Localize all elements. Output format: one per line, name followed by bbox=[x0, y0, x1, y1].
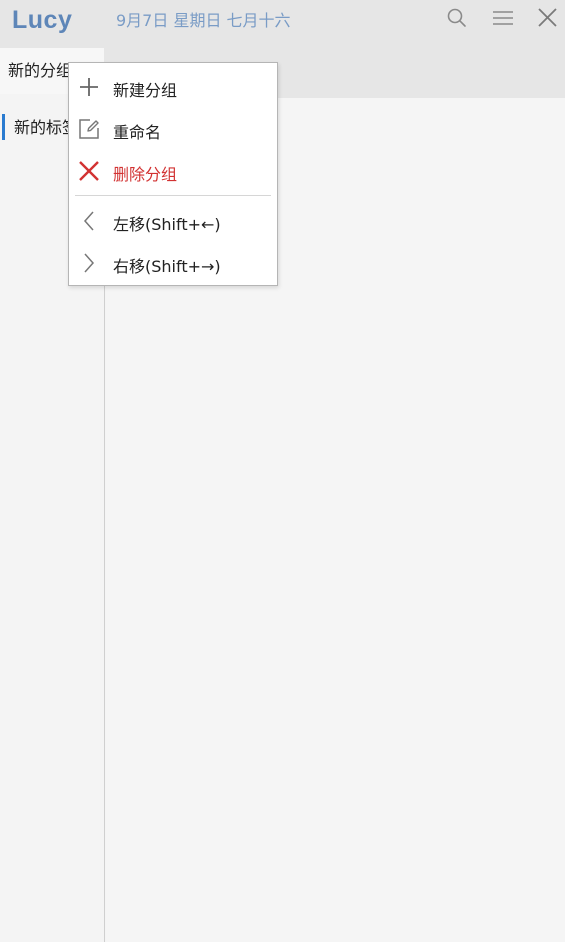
delete-group-menu-item[interactable]: 删除分组 bbox=[69, 151, 277, 191]
search-icon[interactable] bbox=[444, 5, 470, 31]
menu-item-label: 重命名 bbox=[113, 123, 162, 142]
new-group-menu-item[interactable]: 新建分组 bbox=[69, 67, 277, 107]
close-icon[interactable] bbox=[535, 5, 561, 31]
menu-item-label: 左移(Shift+←) bbox=[113, 215, 221, 234]
menu-divider bbox=[75, 195, 271, 196]
move-left-menu-item[interactable]: 左移(Shift+←) bbox=[69, 201, 277, 241]
selection-marker bbox=[2, 114, 5, 140]
menu-icon[interactable] bbox=[490, 5, 516, 31]
chevron-left-icon bbox=[77, 209, 101, 233]
menu-item-label: 新建分组 bbox=[113, 81, 178, 100]
date-display: 9月7日 星期日 七月十六 bbox=[116, 11, 291, 30]
context-menu: 新建分组 重命名 删除分组 左移(Shift+←) 右移(Shift+→) bbox=[68, 62, 278, 286]
menu-item-label: 右移(Shift+→) bbox=[113, 257, 221, 276]
move-right-menu-item[interactable]: 右移(Shift+→) bbox=[69, 243, 277, 283]
x-icon bbox=[77, 159, 101, 183]
rename-menu-item[interactable]: 重命名 bbox=[69, 109, 277, 149]
menu-item-label: 删除分组 bbox=[113, 165, 178, 184]
plus-icon bbox=[77, 75, 101, 99]
app-name: Lucy bbox=[12, 6, 73, 34]
chevron-right-icon bbox=[77, 251, 101, 275]
edit-icon bbox=[77, 117, 101, 141]
title-bar: Lucy 9月7日 星期日 七月十六 bbox=[0, 0, 565, 48]
